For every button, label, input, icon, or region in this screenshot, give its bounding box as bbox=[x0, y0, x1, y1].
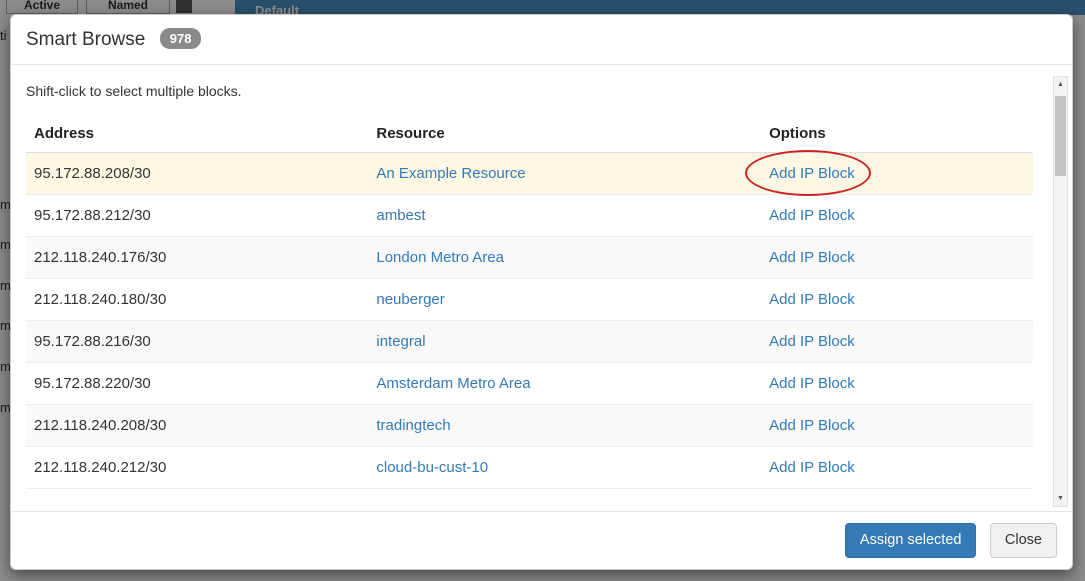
table-row[interactable]: 95.172.88.212/30 ambest Add IP Block bbox=[26, 195, 1033, 237]
column-header-resource: Resource bbox=[368, 115, 761, 153]
resource-link[interactable]: cloud-bu-cust-10 bbox=[376, 459, 488, 476]
assign-selected-button[interactable]: Assign selected bbox=[845, 523, 977, 558]
add-ip-block-link[interactable]: Add IP Block bbox=[769, 333, 855, 350]
add-ip-block-link[interactable]: Add IP Block bbox=[769, 417, 855, 434]
table-row[interactable]: 212.118.240.208/30 tradingtech Add IP Bloc… bbox=[26, 405, 1033, 447]
blocks-table: Address Resource Options 95.172.88.208/3… bbox=[26, 115, 1033, 489]
scrollbar-down-icon[interactable]: ▼ bbox=[1054, 491, 1067, 506]
table-body: 95.172.88.208/30 An Example Resource Add I… bbox=[26, 153, 1033, 489]
instruction-text: Shift-click to select multiple blocks. bbox=[26, 83, 1057, 99]
address-cell: 212.118.240.212/30 bbox=[26, 447, 368, 489]
resource-cell: An Example Resource bbox=[368, 153, 761, 195]
modal-footer: Assign selected Close bbox=[11, 511, 1072, 569]
scrollbar[interactable]: ▲ ▼ bbox=[1053, 76, 1068, 507]
column-header-address: Address bbox=[26, 115, 368, 153]
modal-header: Smart Browse 978 bbox=[11, 15, 1072, 65]
options-cell: Add IP Block bbox=[761, 153, 1033, 195]
address-cell: 212.118.240.176/30 bbox=[26, 237, 368, 279]
address-cell: 95.172.88.216/30 bbox=[26, 321, 368, 363]
address-cell: 212.118.240.180/30 bbox=[26, 279, 368, 321]
resource-cell: ambest bbox=[368, 195, 761, 237]
address-cell: 212.118.240.208/30 bbox=[26, 405, 368, 447]
options-cell: Add IP Block bbox=[761, 195, 1033, 237]
resource-link[interactable]: ambest bbox=[376, 207, 425, 224]
table-row[interactable]: 212.118.240.180/30 neuberger Add IP Block bbox=[26, 279, 1033, 321]
resource-cell: neuberger bbox=[368, 279, 761, 321]
address-cell: 95.172.88.212/30 bbox=[26, 195, 368, 237]
options-cell: Add IP Block bbox=[761, 447, 1033, 489]
table-row[interactable]: 212.118.240.212/30 cloud-bu-cust-10 Add IP… bbox=[26, 447, 1033, 489]
add-ip-block-link[interactable]: Add IP Block bbox=[769, 249, 855, 266]
close-button[interactable]: Close bbox=[990, 523, 1057, 558]
resource-link[interactable]: tradingtech bbox=[376, 417, 450, 434]
options-cell: Add IP Block bbox=[761, 321, 1033, 363]
resource-link[interactable]: An Example Resource bbox=[376, 165, 525, 182]
table-header-row: Address Resource Options bbox=[26, 115, 1033, 153]
resource-cell: cloud-bu-cust-10 bbox=[368, 447, 761, 489]
add-ip-block-link[interactable]: Add IP Block bbox=[769, 291, 855, 308]
resource-cell: integral bbox=[368, 321, 761, 363]
modal-title: Smart Browse bbox=[26, 29, 145, 50]
add-ip-block-link[interactable]: Add IP Block bbox=[769, 459, 855, 476]
table-row[interactable]: 95.172.88.208/30 An Example Resource Add I… bbox=[26, 153, 1033, 195]
table-row[interactable]: 95.172.88.216/30 integral Add IP Block bbox=[26, 321, 1033, 363]
smart-browse-modal: Smart Browse 978 Shift-click to select m… bbox=[10, 14, 1073, 570]
resource-link[interactable]: London Metro Area bbox=[376, 249, 504, 266]
options-cell: Add IP Block bbox=[761, 363, 1033, 405]
count-badge: 978 bbox=[160, 28, 202, 49]
table-row[interactable]: 95.172.88.220/30 Amsterdam Metro Area Add … bbox=[26, 363, 1033, 405]
scrollbar-up-icon[interactable]: ▲ bbox=[1054, 77, 1067, 92]
column-header-options: Options bbox=[761, 115, 1033, 153]
options-cell: Add IP Block bbox=[761, 237, 1033, 279]
modal-body: Shift-click to select multiple blocks. A… bbox=[11, 65, 1072, 511]
resource-link[interactable]: neuberger bbox=[376, 291, 444, 308]
resource-cell: Amsterdam Metro Area bbox=[368, 363, 761, 405]
resource-link[interactable]: Amsterdam Metro Area bbox=[376, 375, 530, 392]
address-cell: 95.172.88.208/30 bbox=[26, 153, 368, 195]
scrollbar-thumb[interactable] bbox=[1055, 96, 1066, 176]
resource-cell: London Metro Area bbox=[368, 237, 761, 279]
options-cell: Add IP Block bbox=[761, 405, 1033, 447]
resource-cell: tradingtech bbox=[368, 405, 761, 447]
address-cell: 95.172.88.220/30 bbox=[26, 363, 368, 405]
options-cell: Add IP Block bbox=[761, 279, 1033, 321]
add-ip-block-link[interactable]: Add IP Block bbox=[769, 207, 855, 224]
add-ip-block-link[interactable]: Add IP Block bbox=[769, 165, 855, 182]
resource-link[interactable]: integral bbox=[376, 333, 425, 350]
table-row[interactable]: 212.118.240.176/30 London Metro Area Add I… bbox=[26, 237, 1033, 279]
add-ip-block-link[interactable]: Add IP Block bbox=[769, 375, 855, 392]
